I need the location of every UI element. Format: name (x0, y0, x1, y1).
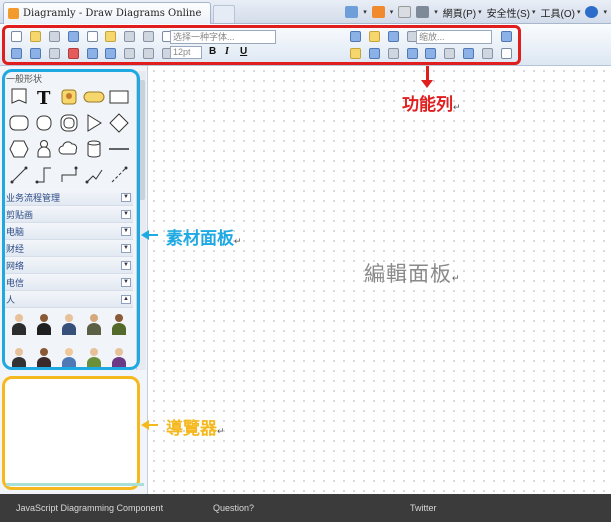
new-tab-button[interactable] (213, 5, 235, 23)
editor-panel-label: 編輯面板↵ (364, 263, 461, 286)
materials-callout-arrowhead (141, 230, 149, 240)
footer-link-twitter[interactable]: Twitter (410, 503, 437, 513)
favicon-icon (8, 8, 19, 19)
help-icon[interactable] (585, 6, 599, 18)
materials-callout-arrow (148, 234, 158, 236)
browser-command-bar: ▾ ▾ ▾ 網頁(P) ▾ 安全性(S) ▾ 工具(O) ▾ ▾ (345, 3, 607, 21)
mail-icon[interactable] (398, 6, 412, 18)
tools-menu[interactable]: 工具(O) ▾ (541, 5, 581, 20)
print-icon[interactable] (416, 6, 430, 18)
toolbar-highlight-box (2, 25, 521, 65)
tab-title: Diagramly - Draw Diagrams Online (23, 8, 202, 19)
home-icon[interactable] (345, 6, 359, 18)
materials-callout-label: 素材面板↵ (166, 229, 242, 248)
page-menu[interactable]: 網頁(P) ▾ (443, 5, 482, 20)
browser-tab-bar: Diagramly - Draw Diagrams Online ▾ ▾ ▾ 網… (0, 0, 611, 24)
footer-link-question[interactable]: Question? (213, 503, 254, 513)
safety-menu[interactable]: 安全性(S) ▾ (487, 5, 536, 20)
materials-highlight-box (2, 69, 140, 370)
feeds-icon[interactable] (371, 6, 385, 18)
footer-link-component[interactable]: JavaScript Diagramming Component (16, 503, 163, 513)
navigator-callout-arrowhead (141, 420, 149, 430)
navigator-viewport-indicator[interactable] (6, 483, 144, 486)
browser-tab[interactable]: Diagramly - Draw Diagrams Online (3, 2, 211, 24)
navigator-callout-label: 導覽器↵ (166, 419, 225, 438)
navigator-callout-arrow (148, 424, 158, 426)
footer: JavaScript Diagramming Component Questio… (0, 494, 611, 522)
toolbar-callout-label: 功能列↵ (402, 95, 461, 114)
navigator-panel[interactable] (2, 376, 140, 490)
toolbar-callout-arrowhead (421, 80, 433, 88)
